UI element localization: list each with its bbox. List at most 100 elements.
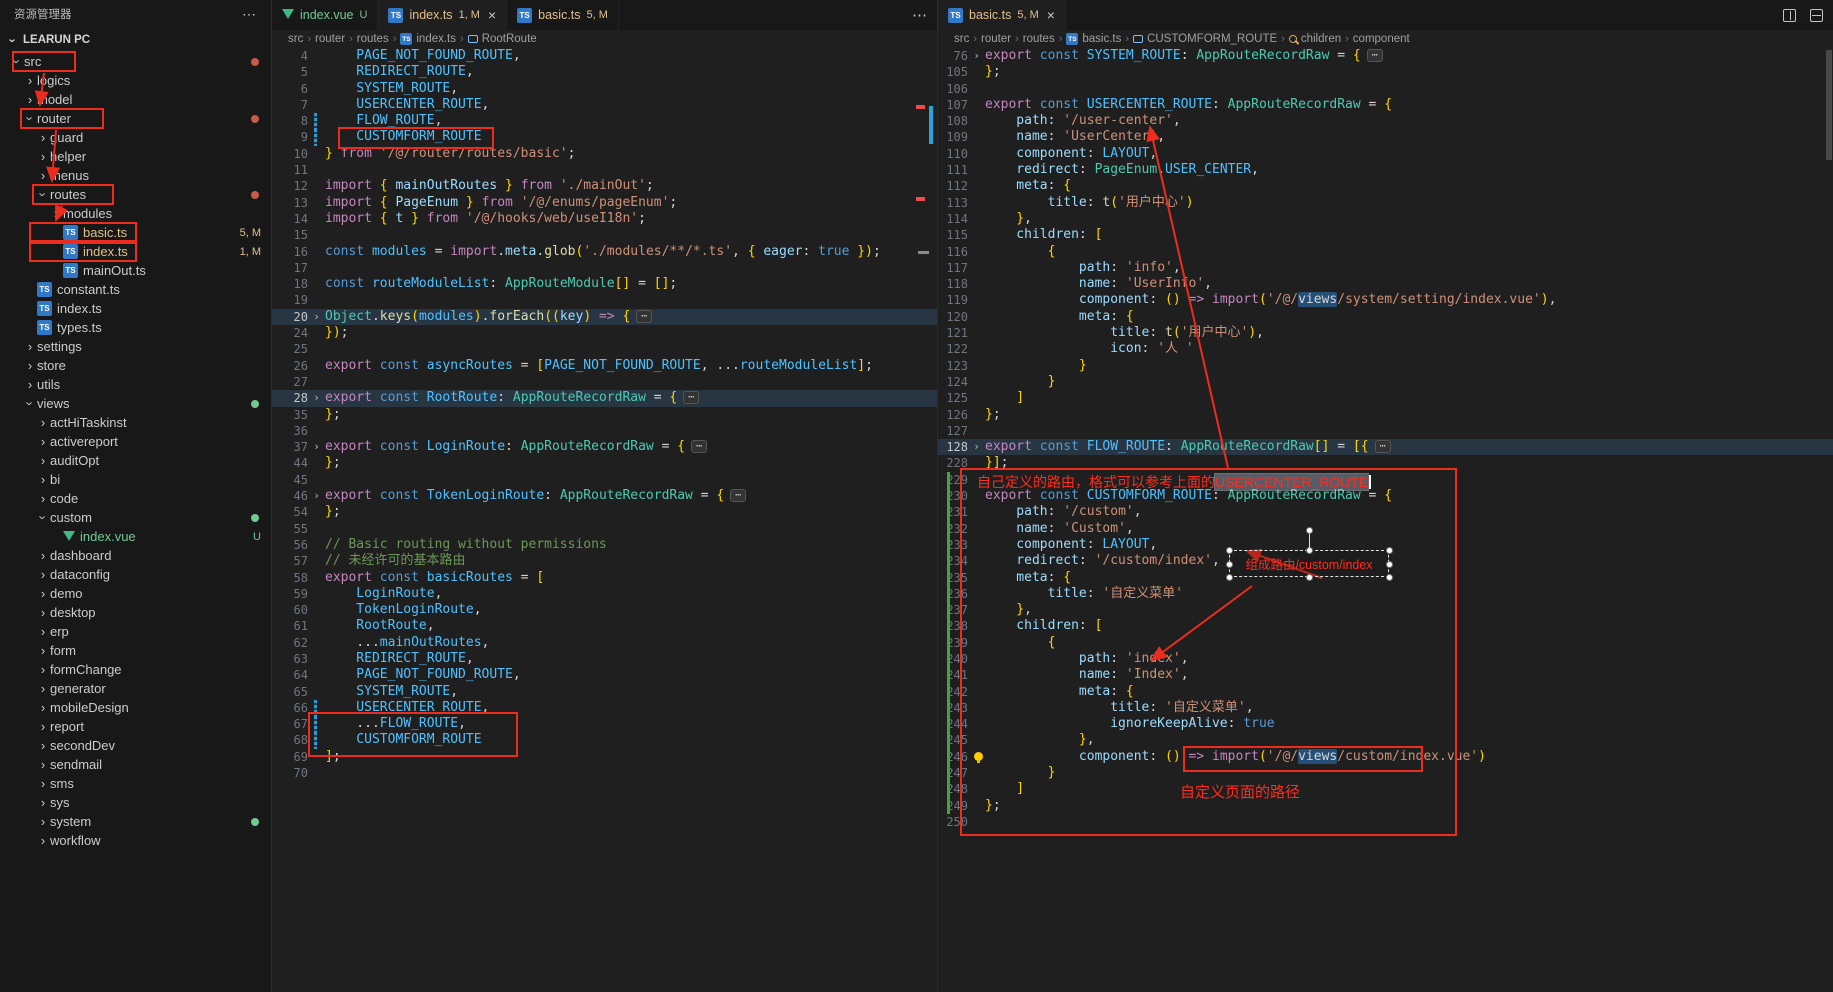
folded-region-ellipsis[interactable]: ⋯ — [683, 391, 699, 404]
tree-file-index.ts[interactable]: ›TSindex.ts1, M — [0, 242, 271, 261]
fold-spacer — [968, 97, 985, 113]
line-number: 64 — [272, 667, 308, 683]
tree-folder-model[interactable]: ›model — [0, 90, 271, 109]
fold-spacer — [968, 586, 985, 602]
folded-region-ellipsis[interactable]: ⋯ — [1375, 440, 1391, 453]
tree-folder-dashboard[interactable]: ›dashboard — [0, 546, 271, 565]
split-editor-icon[interactable] — [1783, 9, 1796, 22]
tree-folder-logics[interactable]: ›logics — [0, 71, 271, 90]
breadcrumb-item[interactable]: CUSTOMFORM_ROUTE — [1147, 33, 1277, 45]
tab-index.ts[interactable]: TSindex.ts1, M× — [378, 0, 507, 30]
folded-region-ellipsis[interactable]: ⋯ — [730, 489, 746, 502]
breadcrumb-item[interactable]: component — [1353, 33, 1410, 45]
close-icon[interactable]: × — [488, 7, 496, 23]
tree-folder-activereport[interactable]: ›activereport — [0, 432, 271, 451]
tree-folder-generator[interactable]: ›generator — [0, 679, 271, 698]
tree-folder-report[interactable]: ›report — [0, 717, 271, 736]
fold-chevron-icon[interactable]: › — [308, 390, 325, 406]
tab-basic.ts[interactable]: TSbasic.ts5, M — [507, 0, 619, 30]
fold-chevron-icon[interactable]: › — [308, 439, 325, 455]
breadcrumb-item[interactable]: RootRoute — [482, 33, 537, 45]
folded-region-ellipsis[interactable]: ⋯ — [691, 440, 707, 453]
tree-file-mainOut.ts[interactable]: ›TSmainOut.ts — [0, 261, 271, 280]
tree-file-index.ts[interactable]: ›TSindex.ts — [0, 299, 271, 318]
code-editor-index-ts[interactable]: 4 PAGE_NOT_FOUND_ROUTE,5 REDIRECT_ROUTE,… — [272, 48, 937, 992]
tree-folder-system[interactable]: ›system — [0, 812, 271, 831]
tree-folder-erp[interactable]: ›erp — [0, 622, 271, 641]
tree-folder-router[interactable]: ›router — [0, 109, 271, 128]
git-gutter-add — [947, 602, 950, 618]
folded-region-ellipsis[interactable]: ⋯ — [1367, 49, 1383, 62]
tree-folder-utils[interactable]: ›utils — [0, 375, 271, 394]
tree-folder-form[interactable]: ›form — [0, 641, 271, 660]
tree-folder-helper[interactable]: ›helper — [0, 147, 271, 166]
tree-folder-sendmail[interactable]: ›sendmail — [0, 755, 271, 774]
breadcrumb-right[interactable]: src›router›routes›TSbasic.ts›CUSTOMFORM_… — [938, 30, 1833, 48]
tree-folder-mobileDesign[interactable]: ›mobileDesign — [0, 698, 271, 717]
tree-folder-desktop[interactable]: ›desktop — [0, 603, 271, 622]
tree-folder-settings[interactable]: ›settings — [0, 337, 271, 356]
code-editor-basic-ts[interactable]: 76›export const SYSTEM_ROUTE: AppRouteRe… — [938, 48, 1833, 992]
editor-more-actions-icon[interactable]: ⋯ — [912, 6, 927, 24]
tree-folder-guard[interactable]: ›guard — [0, 128, 271, 147]
code-line-127: 127 — [938, 423, 1833, 439]
tree-folder-workflow[interactable]: ›workflow — [0, 831, 271, 850]
breadcrumb-middle[interactable]: src›router›routes›TSindex.ts›RootRoute — [272, 30, 937, 48]
tree-folder-sys[interactable]: ›sys — [0, 793, 271, 812]
tree-folder-dataconfig[interactable]: ›dataconfig — [0, 565, 271, 584]
fold-chevron-icon[interactable]: › — [968, 48, 985, 64]
tree-folder-src[interactable]: ›src — [0, 52, 271, 71]
tree-file-types.ts[interactable]: ›TStypes.ts — [0, 318, 271, 337]
fold-chevron-icon[interactable]: › — [308, 488, 325, 504]
breadcrumb-item[interactable]: routes — [1023, 33, 1055, 45]
tab-index.vue[interactable]: index.vueU — [272, 0, 378, 30]
tree-folder-bi[interactable]: ›bi — [0, 470, 271, 489]
fold-spacer — [308, 146, 325, 162]
tree-folder-demo[interactable]: ›demo — [0, 584, 271, 603]
tree-folder-views[interactable]: ›views — [0, 394, 271, 413]
tree-folder-custom[interactable]: ›custom — [0, 508, 271, 527]
fold-chevron-icon[interactable]: › — [968, 439, 985, 455]
line-number: 231 — [938, 504, 968, 520]
tree-folder-secondDev[interactable]: ›secondDev — [0, 736, 271, 755]
code-text: FLOW_ROUTE, — [325, 113, 442, 129]
tree-item-label: custom — [50, 510, 92, 525]
line-number: 114 — [938, 211, 968, 227]
workspace-section-header[interactable]: › LEARUN PC — [0, 28, 271, 52]
breadcrumb-item[interactable]: router — [981, 33, 1011, 45]
breadcrumb-item[interactable]: basic.ts — [1082, 33, 1121, 45]
tree-item-label: desktop — [50, 605, 96, 620]
tree-folder-sms[interactable]: ›sms — [0, 774, 271, 793]
git-gutter-add — [947, 798, 950, 814]
tree-folder-actHiTaskinst[interactable]: ›actHiTaskinst — [0, 413, 271, 432]
close-icon[interactable]: × — [1047, 7, 1055, 23]
breadcrumb-item[interactable]: children — [1301, 33, 1341, 45]
code-line-26: 26export const asyncRoutes = [PAGE_NOT_F… — [272, 358, 937, 374]
tree-folder-auditOpt[interactable]: ›auditOpt — [0, 451, 271, 470]
tree-folder-menus[interactable]: ›menus — [0, 166, 271, 185]
git-status-dot — [251, 58, 259, 66]
tree-folder-code[interactable]: ›code — [0, 489, 271, 508]
tree-folder-modules[interactable]: ›modules — [0, 204, 271, 223]
tree-file-index.vue[interactable]: ›index.vueU — [0, 527, 271, 546]
breadcrumb-item[interactable]: router — [315, 33, 345, 45]
editor-layout-icon[interactable] — [1810, 9, 1823, 22]
explorer-more-actions-icon[interactable]: ⋯ — [242, 6, 257, 23]
fold-spacer — [308, 162, 325, 178]
tree-folder-store[interactable]: ›store — [0, 356, 271, 375]
breadcrumb-item[interactable]: src — [288, 33, 303, 45]
lightbulb-icon[interactable] — [974, 752, 983, 761]
fold-chevron-icon[interactable]: › — [308, 309, 325, 325]
breadcrumb-item[interactable]: routes — [357, 33, 389, 45]
tree-file-basic.ts[interactable]: ›TSbasic.ts5, M — [0, 223, 271, 242]
code-line-59: 59 LoginRoute, — [272, 586, 937, 602]
breadcrumb-item[interactable]: src — [954, 33, 969, 45]
symbol-variable-icon — [1133, 35, 1143, 43]
tree-file-constant.ts[interactable]: ›TSconstant.ts — [0, 280, 271, 299]
tree-folder-routes[interactable]: ›routes — [0, 185, 271, 204]
tab-basic.ts[interactable]: TSbasic.ts5, M× — [938, 0, 1066, 30]
tree-folder-formChange[interactable]: ›formChange — [0, 660, 271, 679]
breadcrumb-item[interactable]: index.ts — [416, 33, 456, 45]
fold-spacer — [308, 635, 325, 651]
folded-region-ellipsis[interactable]: ⋯ — [636, 310, 652, 323]
